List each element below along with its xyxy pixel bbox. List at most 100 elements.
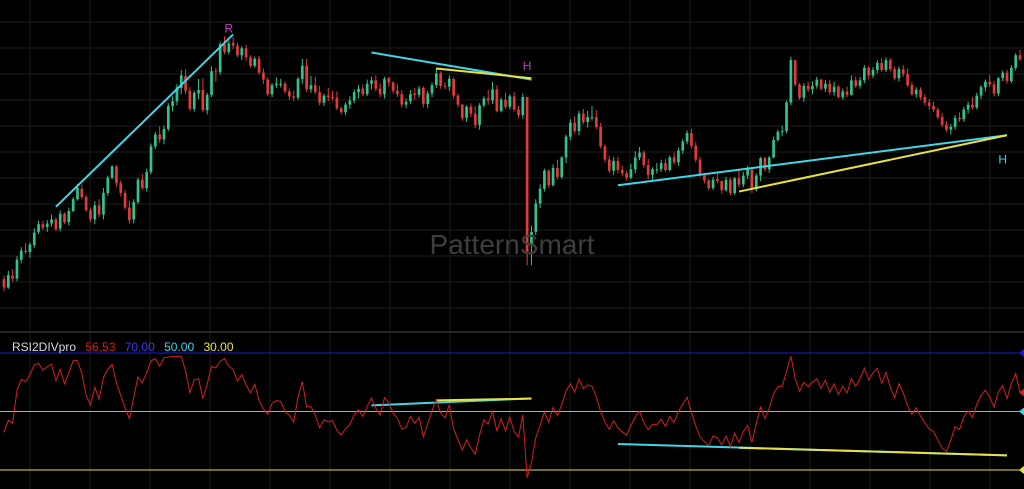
candle-body xyxy=(875,62,879,70)
candle-body xyxy=(828,83,832,93)
pivot-marker-h: H xyxy=(998,153,1007,167)
candle-body xyxy=(850,80,853,95)
candle-body xyxy=(15,259,19,279)
candle-body xyxy=(11,275,14,279)
candle-body xyxy=(141,179,144,189)
candle-body xyxy=(145,172,149,189)
candle-body xyxy=(465,106,468,118)
candle-body xyxy=(123,192,127,208)
candle-body xyxy=(205,94,209,111)
candle-body xyxy=(560,157,564,177)
candle-body xyxy=(348,100,352,105)
mid-level: 50.00 xyxy=(164,340,195,354)
candle-body xyxy=(802,85,806,98)
candle-body xyxy=(625,173,628,178)
candle-body xyxy=(1005,72,1009,81)
candle-body xyxy=(244,48,248,58)
candle-body xyxy=(534,203,538,232)
candle-body xyxy=(620,169,624,174)
candle-body xyxy=(517,109,520,116)
candle-body xyxy=(681,141,685,151)
candle-body xyxy=(811,85,814,90)
candle-body xyxy=(901,69,905,75)
candle-body xyxy=(201,90,205,111)
candle-body xyxy=(733,178,736,193)
candle-body xyxy=(1014,55,1018,68)
candle-body xyxy=(50,219,53,224)
candle-body xyxy=(413,93,417,95)
candle-body xyxy=(863,67,866,81)
indicator-legend: RSI2DIVpro 56.53 70.00 50.00 30.00 xyxy=(12,340,240,354)
candle-body xyxy=(594,117,598,127)
candle-body xyxy=(499,99,503,111)
candle-body xyxy=(949,126,953,130)
candle-body xyxy=(992,84,996,94)
pivot-marker-r: R xyxy=(224,21,233,35)
candle-body xyxy=(607,159,611,171)
candle-body xyxy=(391,82,395,91)
candle-body xyxy=(780,131,784,133)
candle-body xyxy=(236,45,239,56)
candle-body xyxy=(305,65,308,90)
candle-body xyxy=(365,83,369,95)
candle-body xyxy=(720,181,724,191)
candle-body xyxy=(690,133,693,146)
candle-body xyxy=(223,44,226,52)
candle-body xyxy=(313,85,317,93)
candle-body xyxy=(266,79,270,95)
candle-body xyxy=(63,213,66,223)
candle-body xyxy=(339,108,343,113)
candle-body xyxy=(231,42,235,46)
candle-body xyxy=(685,133,689,142)
candle-body xyxy=(422,87,425,104)
candle-body xyxy=(798,84,801,98)
candle-body xyxy=(447,78,451,87)
candle-body xyxy=(586,117,589,123)
candle-body xyxy=(378,88,382,95)
candle-body xyxy=(940,117,944,125)
candle-body xyxy=(383,78,386,95)
candle-body xyxy=(880,62,883,70)
candle-body xyxy=(785,102,788,132)
candle-body xyxy=(884,60,888,70)
candle-body xyxy=(6,274,10,288)
candle-body xyxy=(374,80,378,89)
overbought-level: 70.00 xyxy=(124,340,155,354)
candle-body xyxy=(262,72,265,80)
candle-body xyxy=(439,73,443,86)
candle-body xyxy=(603,146,607,160)
candle-body xyxy=(668,157,672,170)
candle-body xyxy=(486,98,490,101)
candle-body xyxy=(997,78,1000,94)
candle-body xyxy=(590,117,594,119)
candle-body xyxy=(962,109,966,120)
candle-body xyxy=(629,169,633,178)
candle-body xyxy=(504,99,507,107)
candle-body xyxy=(569,122,572,137)
candle-body xyxy=(478,105,481,125)
candle-body xyxy=(832,86,836,93)
candle-body xyxy=(581,113,585,123)
candle-body xyxy=(703,175,706,181)
candle-body xyxy=(728,179,732,193)
candle-body xyxy=(67,211,71,223)
price-chart: R H H PatternSmart xyxy=(0,0,1024,489)
candle-body xyxy=(664,163,667,170)
candle-body xyxy=(724,179,728,191)
candle-body xyxy=(789,60,793,103)
candle-body xyxy=(322,95,326,103)
candle-body xyxy=(984,81,987,88)
candle-body xyxy=(707,180,711,189)
candle-body xyxy=(612,160,615,171)
candle-body xyxy=(482,98,486,106)
candle-body xyxy=(344,104,347,113)
candle-body xyxy=(171,101,174,107)
candle-body xyxy=(945,124,948,130)
candle-body xyxy=(115,166,118,184)
candle-body xyxy=(417,88,421,95)
candle-body xyxy=(192,92,196,109)
candle-body xyxy=(400,94,404,105)
candle-body xyxy=(958,117,961,120)
candle-body xyxy=(573,122,577,132)
candle-body xyxy=(119,183,123,193)
